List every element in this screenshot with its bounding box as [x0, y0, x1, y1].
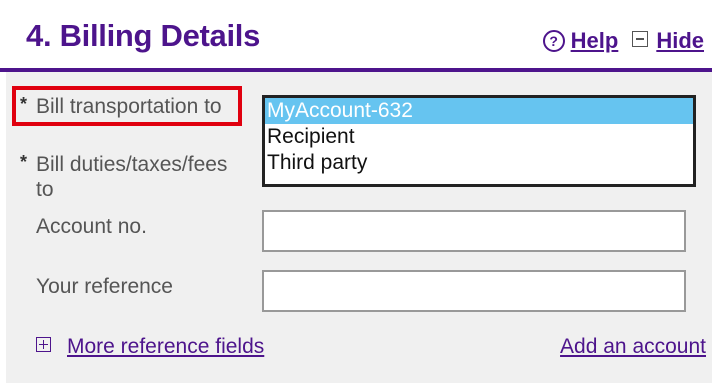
transport-option[interactable]: Recipient — [265, 124, 693, 150]
account-no-field[interactable] — [262, 210, 686, 252]
section-header: 4. Billing Details ? Help Hide — [0, 0, 712, 72]
bill-duties-label: Bill duties/taxes/fees to — [36, 153, 228, 201]
help-icon[interactable]: ? — [542, 30, 565, 52]
required-marker: * — [20, 152, 28, 172]
add-account-wrap: Add an account — [560, 335, 706, 359]
more-reference-link[interactable]: More reference fields — [67, 335, 264, 358]
bill-transportation-label: Bill transportation to — [36, 95, 222, 118]
account-no-label: Account no. — [36, 215, 147, 238]
expand-plus-icon[interactable] — [36, 337, 51, 352]
bill-transportation-listbox[interactable]: MyAccount-632 Recipient Third party — [262, 95, 696, 187]
header-links: ? Help Hide — [542, 28, 704, 54]
add-account-link[interactable]: Add an account — [560, 335, 706, 358]
your-reference-label: Your reference — [36, 275, 173, 298]
help-link[interactable]: Help — [571, 28, 619, 53]
hide-link[interactable]: Hide — [656, 28, 704, 53]
transport-option[interactable]: MyAccount-632 — [265, 98, 693, 124]
required-marker: * — [20, 94, 28, 114]
more-reference-fields[interactable]: More reference fields — [36, 335, 264, 359]
collapse-icon[interactable] — [632, 31, 649, 47]
your-reference-field[interactable] — [262, 270, 686, 312]
billing-details-panel: 4. Billing Details ? Help Hide * Bill tran… — [0, 0, 712, 383]
transport-option[interactable]: Third party — [265, 150, 693, 176]
section-title: 4. Billing Details — [26, 18, 261, 53]
left-border — [0, 72, 6, 383]
